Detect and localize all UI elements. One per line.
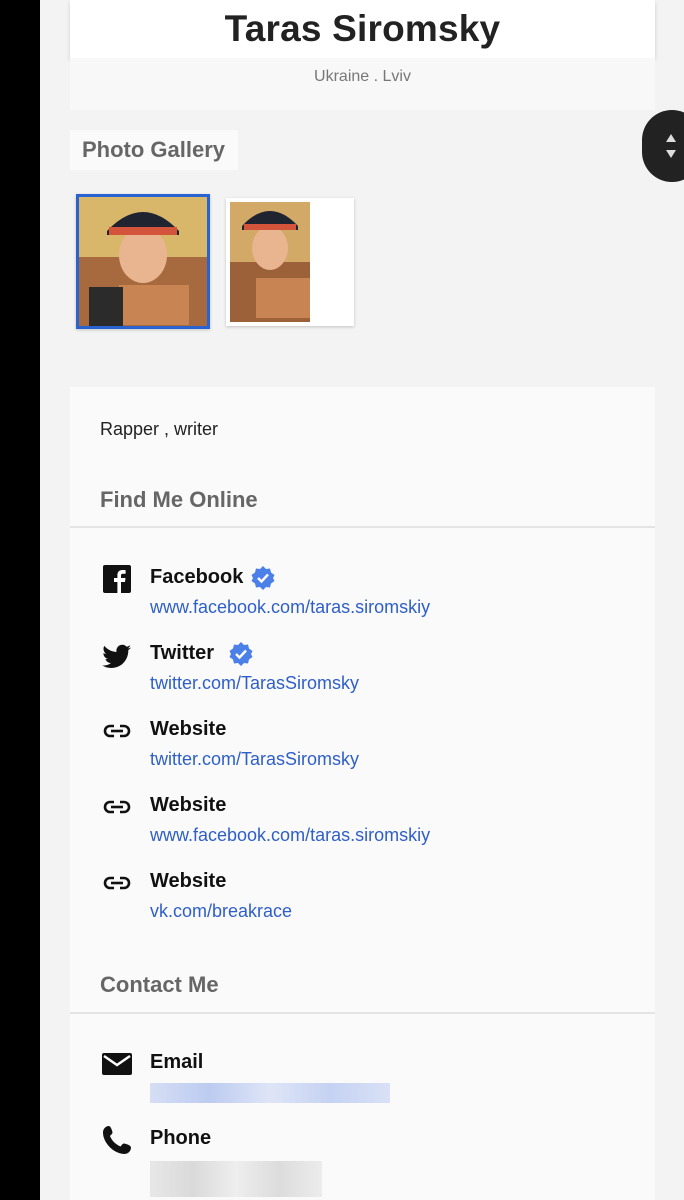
find-me-online-title: Find Me Online bbox=[100, 487, 258, 512]
online-item-label: Twitter bbox=[150, 642, 215, 664]
mail-icon bbox=[102, 1053, 132, 1075]
contact-me-title: Contact Me bbox=[100, 972, 219, 997]
gallery-title: Photo Gallery bbox=[70, 130, 238, 170]
online-item-label: Website bbox=[150, 870, 227, 892]
online-item-link[interactable]: www.facebook.com/taras.siromskiy bbox=[150, 597, 430, 618]
online-item-facebook[interactable]: Facebook www.facebook.com/taras.siromski… bbox=[100, 562, 620, 622]
gallery-thumbnail-2[interactable] bbox=[226, 198, 354, 326]
verified-badge-icon bbox=[251, 566, 275, 590]
scroll-up-icon[interactable] bbox=[666, 134, 676, 142]
online-item-link[interactable]: www.facebook.com/taras.siromskiy bbox=[150, 825, 430, 846]
facebook-icon bbox=[103, 565, 131, 593]
redacted-phone bbox=[150, 1161, 322, 1197]
twitter-icon bbox=[102, 644, 131, 668]
online-item-label: Website bbox=[150, 794, 227, 816]
section-divider bbox=[70, 526, 655, 528]
link-icon bbox=[103, 876, 131, 890]
online-item-link[interactable]: twitter.com/TarasSiromsky bbox=[150, 673, 359, 694]
verified-badge-icon bbox=[229, 642, 253, 666]
contact-item-email[interactable]: Email bbox=[100, 1047, 620, 1107]
profile-bio: Rapper , writer bbox=[100, 419, 219, 439]
online-item-link[interactable]: vk.com/breakrace bbox=[150, 901, 292, 922]
contact-item-phone[interactable]: Phone bbox=[100, 1123, 620, 1197]
scroll-control-button[interactable] bbox=[642, 110, 684, 182]
location-strip: Ukraine . Lviv bbox=[70, 58, 655, 110]
profile-details-card: Rapper , writer Find Me Online Facebook … bbox=[70, 387, 655, 1200]
left-black-bar bbox=[0, 0, 40, 1200]
online-item-link[interactable]: twitter.com/TarasSiromsky bbox=[150, 749, 359, 770]
profile-header: Taras Siromsky bbox=[70, 0, 655, 58]
contact-item-label: Email bbox=[150, 1051, 204, 1073]
redacted-email bbox=[150, 1083, 390, 1103]
profile-location: Ukraine . Lviv bbox=[314, 68, 411, 85]
online-item-website-1[interactable]: Website twitter.com/TarasSiromsky bbox=[100, 714, 620, 774]
gallery-thumbnail-1[interactable] bbox=[76, 194, 210, 329]
link-icon bbox=[103, 724, 131, 738]
online-item-label: Facebook bbox=[150, 566, 244, 588]
online-item-website-2[interactable]: Website www.facebook.com/taras.siromskiy bbox=[100, 790, 620, 850]
online-item-label: Website bbox=[150, 718, 227, 740]
section-divider bbox=[70, 1012, 655, 1014]
phone-icon bbox=[103, 1126, 131, 1154]
online-item-website-3[interactable]: Website vk.com/breakrace bbox=[100, 866, 620, 926]
link-icon bbox=[103, 800, 131, 814]
contact-item-label: Phone bbox=[150, 1127, 212, 1149]
online-item-twitter[interactable]: Twitter twitter.com/TarasSiromsky bbox=[100, 638, 620, 698]
profile-name: Taras Siromsky bbox=[224, 8, 501, 49]
profile-photo-1 bbox=[79, 197, 207, 326]
profile-photo-2 bbox=[226, 198, 354, 326]
scroll-down-icon[interactable] bbox=[666, 150, 676, 158]
